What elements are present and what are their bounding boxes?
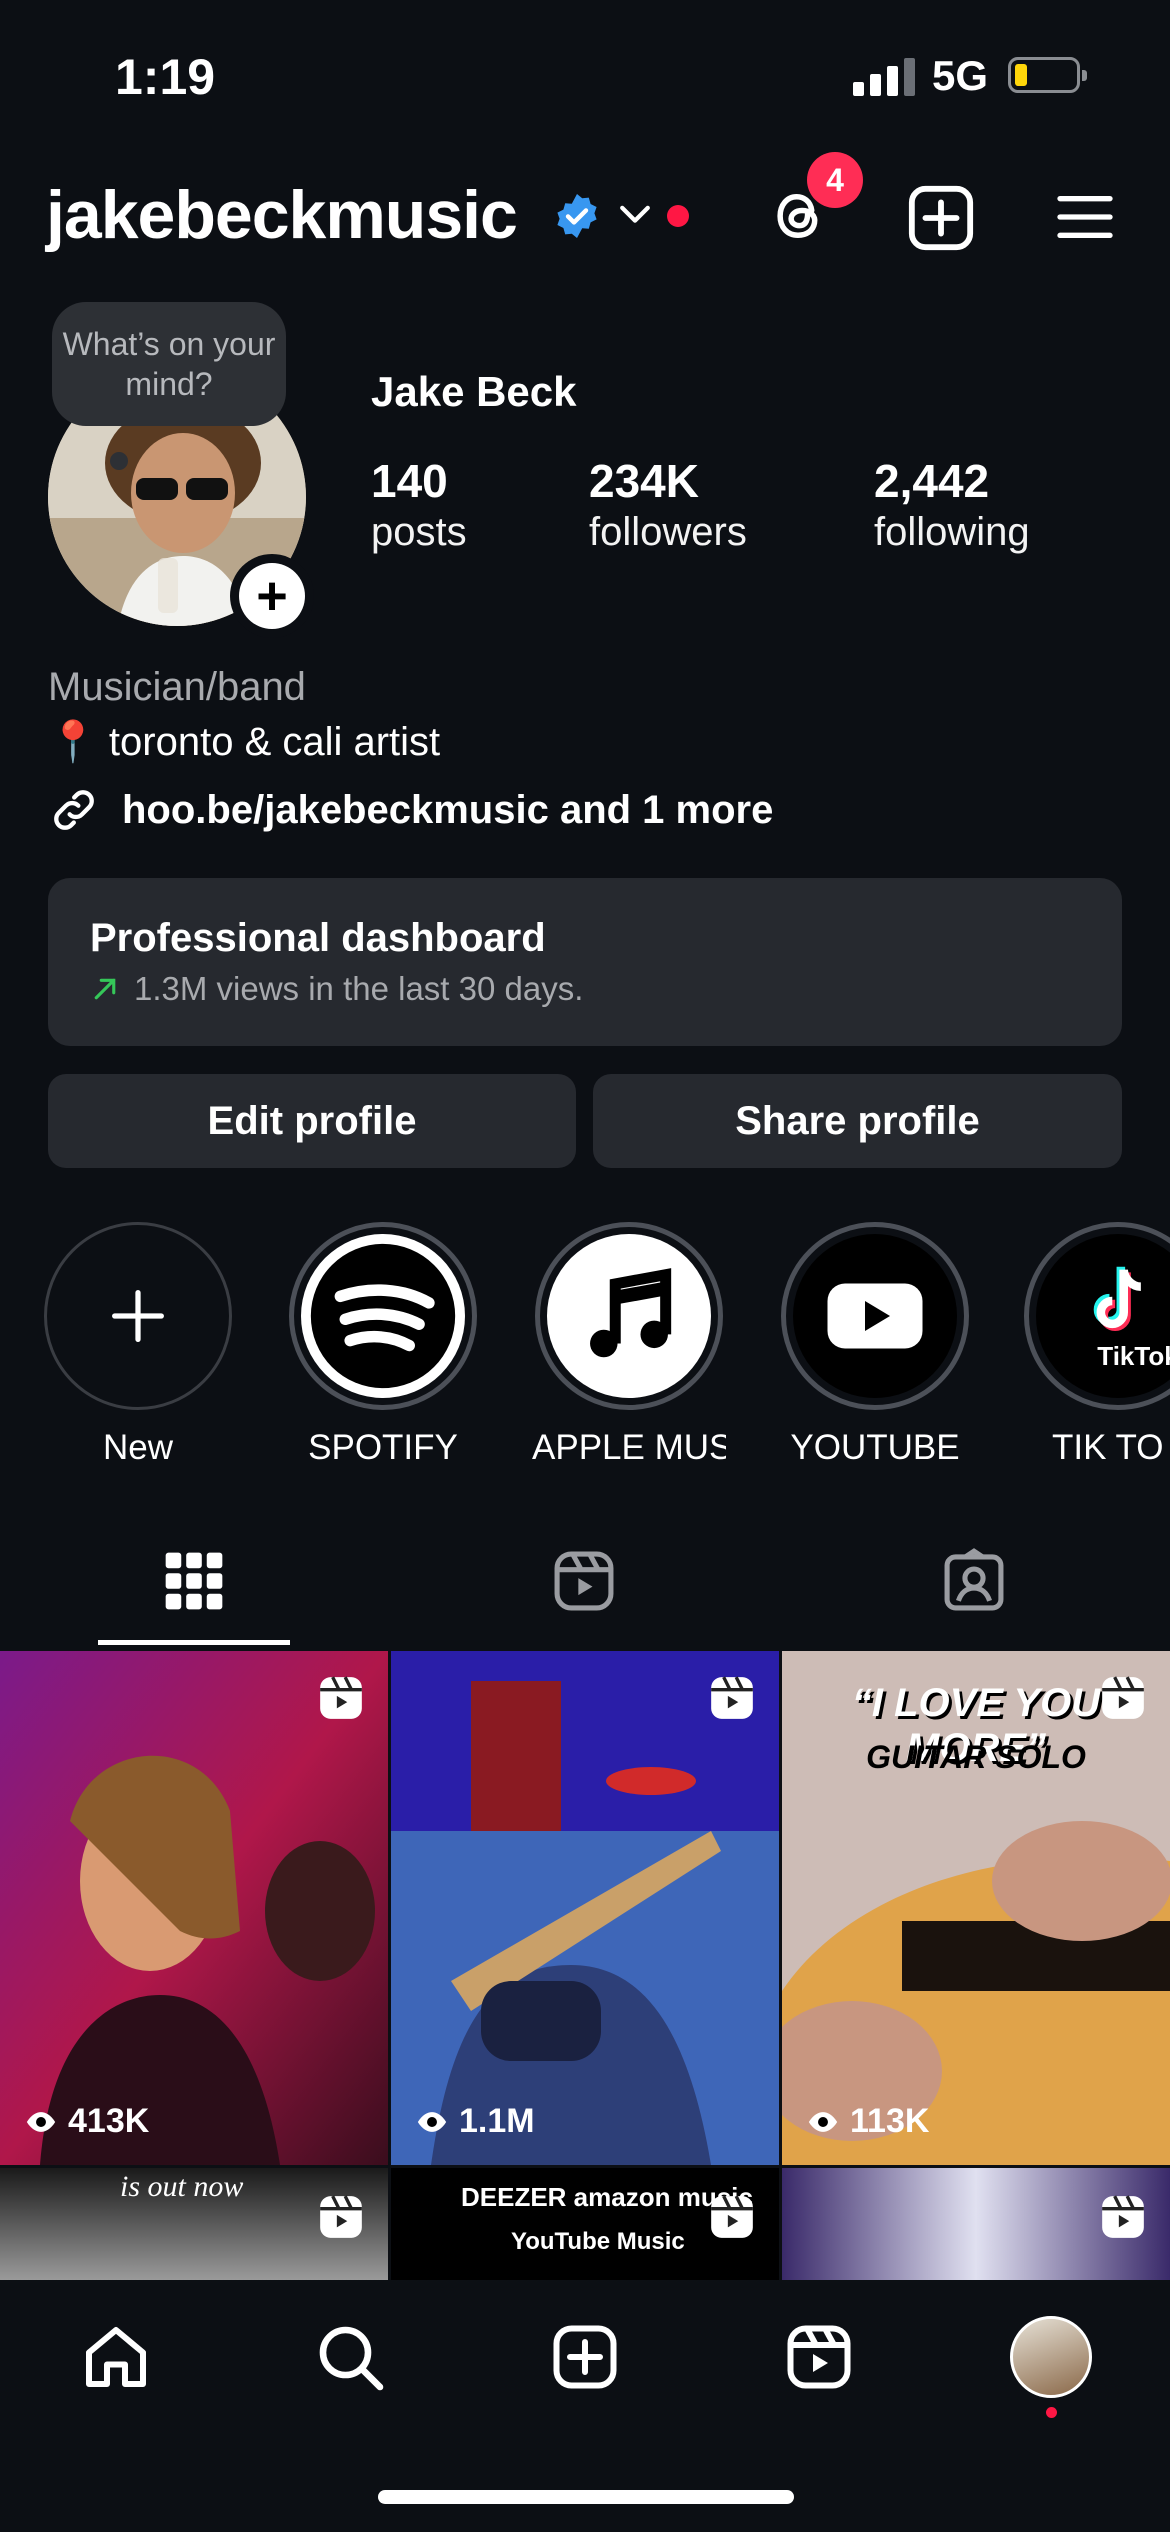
reel-icon xyxy=(320,2195,362,2238)
add-story-button[interactable]: + xyxy=(230,554,314,638)
chevron-down-icon[interactable] xyxy=(618,200,652,230)
highlight-youtube[interactable]: YOUTUBE xyxy=(778,1222,972,1468)
edit-profile-button[interactable]: Edit profile xyxy=(48,1074,576,1168)
highlight-label: SPOTIFY xyxy=(308,1428,458,1467)
reel-icon xyxy=(711,1676,753,1719)
dashboard-title: Professional dashboard xyxy=(90,916,546,960)
stat-following-count: 2,442 xyxy=(874,455,990,507)
tagged-tab-icon[interactable] xyxy=(940,1545,1008,1617)
spotify-icon xyxy=(310,1243,456,1389)
highlight-tiktok[interactable]: TikTok TIK TO xyxy=(1024,1222,1170,1468)
dashboard-subtitle: 1.3M views in the last 30 days. xyxy=(134,970,584,1007)
highlight-label: APPLE MUS... xyxy=(532,1428,726,1467)
profile-nav-avatar[interactable] xyxy=(1010,2316,1092,2398)
post-overlay-text-bottom: YouTube Music xyxy=(511,2228,685,2255)
grid-tab-icon[interactable] xyxy=(160,1545,228,1617)
reels-tab-icon[interactable] xyxy=(550,1545,618,1617)
reel-icon xyxy=(711,2195,753,2238)
stat-posts-count: 140 xyxy=(371,455,448,507)
post-overlay-subtitle: GUITAR SOLO xyxy=(866,1739,1086,1775)
note-bubble[interactable]: What’s on your mind? xyxy=(52,302,286,426)
share-profile-button[interactable]: Share profile xyxy=(593,1074,1122,1168)
post-thumbnail[interactable]: is out now xyxy=(0,2168,388,2280)
post-thumbnail[interactable]: 1.1M xyxy=(391,1651,779,2165)
profile-category: Musician/band xyxy=(48,665,306,709)
highlight-apple-music[interactable]: APPLE MUS... xyxy=(532,1222,726,1468)
note-bubble-tail xyxy=(110,452,128,470)
view-count: 413K xyxy=(24,2102,149,2141)
active-tab-indicator xyxy=(98,1640,290,1645)
eye-icon xyxy=(808,2111,838,2132)
home-icon[interactable] xyxy=(80,2321,152,2393)
threads-badge: 4 xyxy=(807,152,863,208)
stat-followers-label: followers xyxy=(589,510,747,554)
dashboard-subtitle-row: 1.3M views in the last 30 days. xyxy=(90,970,583,1008)
reels-icon[interactable] xyxy=(783,2321,855,2393)
stat-followers-count: 234K xyxy=(589,455,699,507)
post-image xyxy=(0,1651,388,2165)
eye-icon xyxy=(417,2111,447,2132)
signal-icon xyxy=(853,58,915,96)
profile-link-text: hoo.be/jakebeckmusic and 1 more xyxy=(122,787,774,832)
tiktok-icon xyxy=(1093,1266,1142,1331)
view-count-value: 113K xyxy=(850,2102,930,2140)
trend-up-icon xyxy=(94,978,116,1000)
stat-followers[interactable]: 234K followers xyxy=(589,455,747,557)
view-count-value: 413K xyxy=(68,2102,150,2140)
highlight-label: TIK TO xyxy=(1052,1428,1164,1467)
account-username[interactable]: jakebeckmusic xyxy=(46,176,518,254)
post-image xyxy=(391,1651,779,2165)
professional-dashboard[interactable]: Professional dashboard 1.3M views in the… xyxy=(48,878,1122,1046)
profile-notification-dot xyxy=(1046,2407,1057,2418)
plus-icon xyxy=(112,1290,164,1342)
post-thumbnail[interactable]: DEEZER amazon music YouTube Music xyxy=(391,2168,779,2280)
post-overlay-text: is out now xyxy=(120,2170,244,2203)
youtube-icon xyxy=(827,1283,923,1349)
link-icon xyxy=(54,790,94,830)
stat-posts-label: posts xyxy=(371,510,467,554)
search-icon[interactable] xyxy=(314,2321,386,2393)
battery-icon xyxy=(1008,57,1087,93)
account-notification-dot xyxy=(667,205,689,227)
profile-name: Jake Beck xyxy=(371,368,577,415)
eye-icon xyxy=(26,2111,56,2132)
reel-icon xyxy=(1102,1676,1144,1719)
stat-posts[interactable]: 140 posts xyxy=(371,455,467,557)
reel-icon xyxy=(1102,2195,1144,2238)
home-indicator xyxy=(378,2490,794,2504)
stat-following[interactable]: 2,442 following xyxy=(874,455,1030,557)
menu-icon[interactable] xyxy=(1054,192,1116,242)
profile-link[interactable]: hoo.be/jakebeckmusic and 1 more xyxy=(48,784,773,836)
post-thumbnail[interactable] xyxy=(782,2168,1170,2280)
view-count-value: 1.1M xyxy=(459,2102,535,2140)
status-time: 1:19 xyxy=(115,49,216,105)
verified-badge-icon xyxy=(557,194,597,238)
post-thumbnail[interactable]: 413K xyxy=(0,1651,388,2165)
highlight-label: YOUTUBE xyxy=(790,1428,960,1467)
network-label: 5G xyxy=(932,52,989,99)
create-icon[interactable] xyxy=(549,2321,621,2393)
stat-following-label: following xyxy=(874,510,1030,554)
view-count: 113K xyxy=(806,2102,929,2141)
plus-icon: + xyxy=(239,563,305,629)
highlight-new[interactable]: New xyxy=(41,1222,235,1468)
profile-bio-location: 📍 toronto & cali artist xyxy=(48,720,441,764)
highlight-spotify[interactable]: SPOTIFY xyxy=(286,1222,480,1468)
create-post-icon[interactable] xyxy=(906,183,976,253)
tiktok-logo-text: TikTok xyxy=(1097,1340,1170,1371)
post-thumbnail[interactable]: “I LOVE YOU MORE” GUITAR SOLO 113K xyxy=(782,1651,1170,2165)
reel-icon xyxy=(320,1676,362,1719)
music-note-icon xyxy=(590,1268,672,1358)
view-count: 1.1M xyxy=(415,2102,535,2141)
highlight-label: New xyxy=(102,1428,174,1467)
